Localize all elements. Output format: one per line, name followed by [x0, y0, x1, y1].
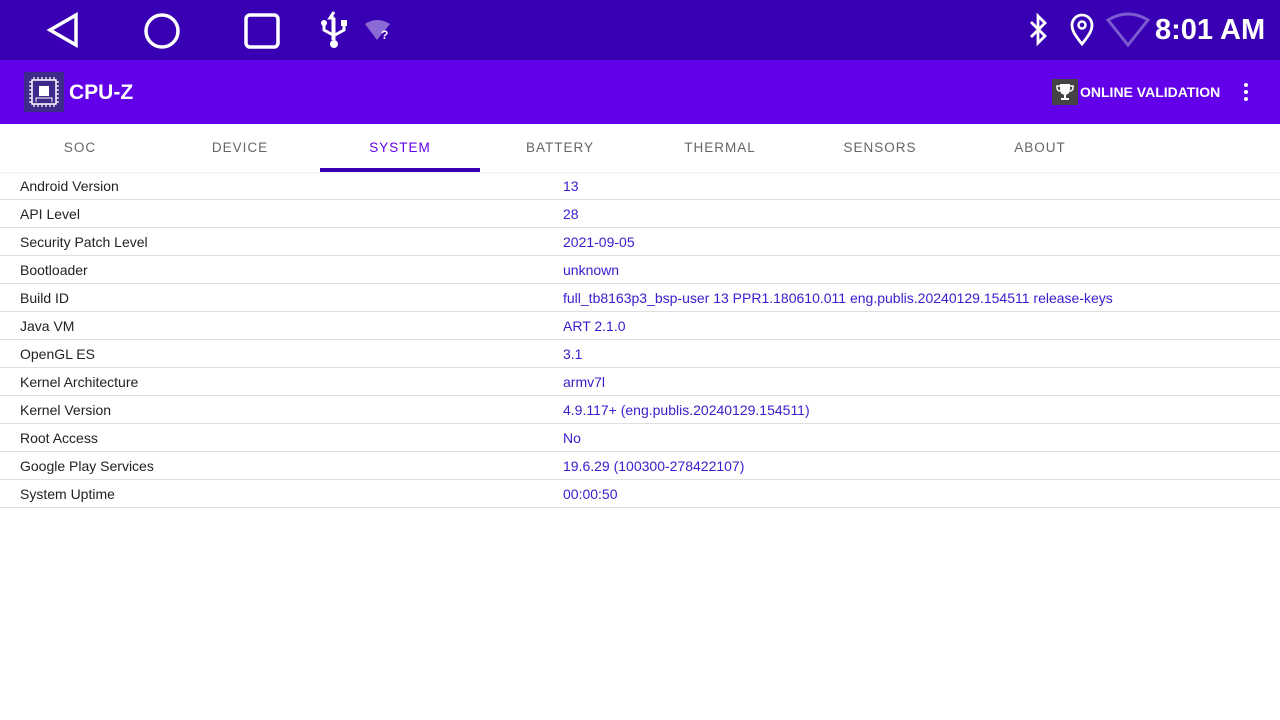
info-value: No	[563, 430, 581, 446]
info-key: Kernel Architecture	[20, 374, 139, 390]
info-row: API Level 28	[0, 200, 1280, 228]
online-validation-button[interactable]: ONLINE VALIDATION	[1052, 79, 1220, 105]
info-value: 19.6.29 (100300-278422107)	[563, 458, 745, 474]
tab-battery[interactable]: BATTERY	[480, 124, 640, 172]
info-key: Google Play Services	[20, 458, 154, 474]
info-value: 2021-09-05	[563, 234, 635, 250]
online-validation-label: ONLINE VALIDATION	[1080, 84, 1221, 100]
svg-text:?: ?	[381, 28, 388, 42]
info-key: Root Access	[20, 430, 98, 446]
info-row: Android Version 13	[0, 172, 1280, 200]
location-icon	[1070, 13, 1094, 47]
status-bar: ? 8:01 AM	[0, 0, 1280, 60]
tab-about[interactable]: ABOUT	[960, 124, 1120, 172]
info-value: unknown	[563, 262, 620, 278]
wifi-unknown-icon: ?	[365, 20, 390, 42]
info-row: Kernel Architecture armv7l	[0, 368, 1280, 396]
info-value: full_tb8163p3_bsp-user 13 PPR1.180610.01…	[563, 290, 1113, 306]
info-value: ART 2.1.0	[563, 318, 626, 334]
bluetooth-icon	[1030, 12, 1047, 47]
info-row: Root Access No	[0, 424, 1280, 452]
info-row: Bootloader unknown	[0, 256, 1280, 284]
app-bar: CPU-Z ONLINE VALIDATION	[0, 60, 1280, 124]
info-row: Security Patch Level 2021-09-05	[0, 228, 1280, 256]
info-key: Build ID	[20, 290, 70, 306]
info-row: OpenGL ES 3.1	[0, 340, 1280, 368]
tab-bar: SOC DEVICE SYSTEM BATTERY THERMAL SENSOR…	[0, 124, 1280, 172]
tab-sensors[interactable]: SENSORS	[800, 124, 960, 172]
app-title: CPU-Z	[69, 81, 134, 104]
tab-device[interactable]: DEVICE	[160, 124, 320, 172]
trophy-icon	[1052, 79, 1078, 105]
info-row: Java VM ART 2.1.0	[0, 312, 1280, 340]
info-key: Security Patch Level	[20, 234, 148, 250]
info-row: Kernel Version 4.9.117+ (eng.publis.20240…	[0, 396, 1280, 424]
back-icon[interactable]	[46, 12, 80, 48]
recents-icon[interactable]	[243, 12, 281, 50]
info-key: System Uptime	[20, 486, 115, 502]
info-row: Google Play Services 19.6.29 (100300-2784…	[0, 452, 1280, 480]
wifi-icon	[1106, 12, 1150, 48]
home-icon[interactable]	[143, 12, 181, 50]
info-key: OpenGL ES	[20, 346, 95, 362]
info-row: Build ID full_tb8163p3_bsp-user 13 PPR1.1…	[0, 284, 1280, 312]
usb-icon	[321, 11, 347, 48]
info-key: Bootloader	[20, 262, 88, 278]
tab-system[interactable]: SYSTEM	[320, 124, 480, 172]
info-value: 4.9.117+ (eng.publis.20240129.154511)	[563, 402, 810, 418]
info-value: 00:00:50	[563, 486, 618, 502]
info-key: API Level	[20, 206, 80, 222]
clock: 8:01 AM	[1155, 14, 1266, 46]
more-options-icon[interactable]	[1236, 80, 1256, 104]
info-value: 28	[563, 206, 579, 222]
info-key: Android Version	[20, 178, 119, 194]
system-info-list: Android Version 13 API Level 28 Security Pat…	[0, 172, 1280, 508]
info-value: 13	[563, 178, 579, 194]
tab-thermal[interactable]: THERMAL	[640, 124, 800, 172]
info-row: System Uptime 00:00:50	[0, 480, 1280, 508]
cpu-z-logo-icon	[24, 72, 64, 112]
info-key: Kernel Version	[20, 402, 112, 418]
info-value: 3.1	[563, 346, 583, 362]
info-value: armv7l	[563, 374, 606, 390]
info-key: Java VM	[20, 318, 75, 334]
tab-soc[interactable]: SOC	[0, 124, 160, 172]
